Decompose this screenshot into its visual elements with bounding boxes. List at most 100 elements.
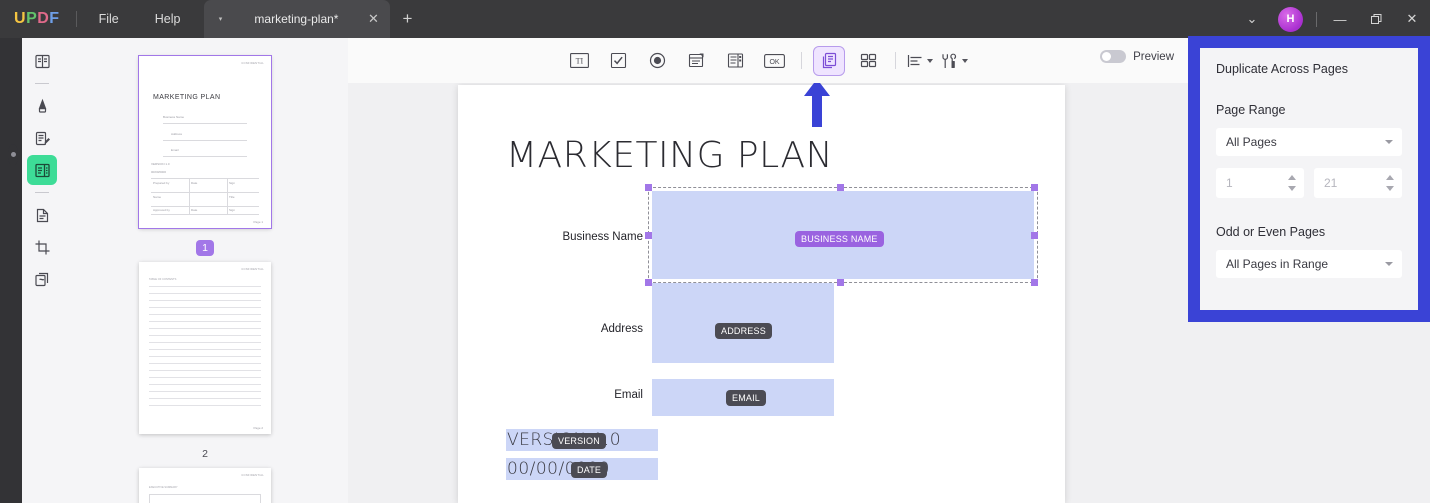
- sidebar-item-edit-pdf[interactable]: [27, 123, 57, 153]
- resize-handle-tl[interactable]: [644, 183, 652, 191]
- thumbnail-item-1[interactable]: CONFIDENTIAL MARKETING PLAN Business Nam…: [62, 55, 348, 256]
- preview-label: Preview: [1133, 50, 1174, 63]
- tab-dropdown-caret-icon[interactable]: ▾: [212, 15, 228, 23]
- close-icon[interactable]: ✕: [1394, 0, 1430, 38]
- preview-toggle-switch[interactable]: [1100, 50, 1127, 63]
- sidebar-item-ocr[interactable]: [27, 200, 57, 230]
- thumb-confidential-label-2: CONFIDENTIAL: [241, 268, 264, 271]
- form-tools-dropdown[interactable]: [940, 53, 968, 69]
- thumbnail-label-2: 2: [202, 448, 208, 460]
- blue-up-arrow-annotation: [803, 83, 831, 132]
- menu-help[interactable]: Help: [137, 0, 199, 38]
- panel-inner: Duplicate Across Pages Page Range All Pa…: [1200, 48, 1418, 310]
- document-canvas[interactable]: MARKETING PLAN Business Name BUSINESS NA…: [348, 83, 1188, 503]
- list-box-field-icon[interactable]: [720, 47, 750, 75]
- panel-title: Duplicate Across Pages: [1216, 62, 1349, 76]
- tool-rail: [22, 38, 62, 503]
- odd-even-caret-icon[interactable]: [1385, 262, 1393, 266]
- align-caret-icon[interactable]: [927, 58, 933, 63]
- resize-handle-ml[interactable]: [644, 231, 652, 239]
- thumbnail-item-3[interactable]: CONFIDENTIAL EXECUTIVE SUMMARY 3: [62, 468, 348, 503]
- page-range-select[interactable]: All Pages: [1216, 128, 1402, 156]
- sidebar-item-crop[interactable]: [27, 232, 57, 262]
- tool-divider-1: [35, 83, 49, 84]
- page-range-caret-icon[interactable]: [1385, 140, 1393, 144]
- page-range-spinners: 1 21: [1216, 168, 1402, 198]
- right-canvas-gutter: [1188, 322, 1430, 503]
- sidebar-item-organize-pages[interactable]: [27, 264, 57, 294]
- checkbox-field-icon[interactable]: [603, 47, 633, 75]
- odd-even-value: All Pages in Range: [1226, 257, 1329, 271]
- logo-letter-u: U: [14, 10, 27, 27]
- align-fields-dropdown[interactable]: [907, 54, 933, 68]
- duplicate-across-pages-panel[interactable]: Duplicate Across Pages Page Range All Pa…: [1188, 36, 1430, 322]
- field-tag-email: EMAIL: [726, 390, 767, 406]
- page-thumbnail-panel[interactable]: CONFIDENTIAL MARKETING PLAN Business Nam…: [62, 38, 348, 503]
- duplicate-across-pages-icon[interactable]: [813, 45, 845, 76]
- preview-toggle-group[interactable]: Preview: [1100, 50, 1174, 63]
- thumbnail-page-2[interactable]: CONFIDENTIAL TABLE OF CONTENTS Page 2: [139, 262, 271, 434]
- tab-close-icon[interactable]: ✕: [364, 11, 382, 27]
- dropdown-field-icon[interactable]: [681, 47, 711, 75]
- radio-button-field-icon[interactable]: [642, 47, 672, 75]
- range-to-up-icon[interactable]: [1386, 175, 1394, 180]
- page-range-value: All Pages: [1226, 135, 1277, 149]
- field-label-business-name: Business Name: [562, 231, 643, 243]
- field-tag-version: VERSION: [552, 433, 606, 449]
- field-tag-business-name: BUSINESS NAME: [795, 231, 884, 247]
- window-controls: ⌄ H — ✕: [1234, 0, 1430, 38]
- odd-even-select[interactable]: All Pages in Range: [1216, 250, 1402, 278]
- logo-letter-f: F: [49, 10, 60, 27]
- thumbnail-label-1: 1: [196, 240, 214, 256]
- document-tab[interactable]: ▾ marketing-plan* ✕: [204, 0, 391, 38]
- thumbnail-item-2[interactable]: CONFIDENTIAL TABLE OF CONTENTS Page 2 2: [62, 262, 348, 462]
- range-to-value: 21: [1324, 176, 1338, 190]
- resize-handle-bl[interactable]: [644, 278, 652, 286]
- svg-text:OK: OK: [769, 58, 779, 65]
- updf-logo: UPDF: [0, 0, 72, 38]
- field-grid-icon[interactable]: [853, 47, 883, 75]
- controls-divider: [1316, 11, 1317, 27]
- range-to-input[interactable]: 21: [1314, 168, 1402, 198]
- resize-handle-mr[interactable]: [1030, 231, 1038, 239]
- sidebar-item-comment[interactable]: [27, 91, 57, 121]
- resize-handle-tr[interactable]: [1030, 183, 1038, 191]
- thumbnail-page-3[interactable]: CONFIDENTIAL EXECUTIVE SUMMARY: [139, 468, 271, 503]
- tab-title: marketing-plan*: [254, 12, 339, 26]
- menu-file[interactable]: File: [81, 0, 137, 38]
- range-from-up-icon[interactable]: [1288, 175, 1296, 180]
- title-bar: UPDF File Help ▾ marketing-plan* ✕ + ⌄ H…: [0, 0, 1430, 38]
- pdf-page[interactable]: MARKETING PLAN Business Name BUSINESS NA…: [458, 85, 1065, 503]
- chevron-down-icon[interactable]: ⌄: [1234, 0, 1270, 38]
- range-to-down-icon[interactable]: [1386, 186, 1394, 191]
- thumb-confidential-label-3: CONFIDENTIAL: [241, 474, 264, 477]
- title-divider: [75, 11, 77, 27]
- maximize-icon[interactable]: [1358, 0, 1394, 38]
- push-button-field-icon[interactable]: OK: [759, 47, 789, 75]
- text-field-icon[interactable]: TI: [564, 47, 594, 75]
- sidebar-item-reader[interactable]: [27, 46, 57, 76]
- new-tab-button[interactable]: +: [390, 0, 424, 38]
- thumbnail-page-1[interactable]: CONFIDENTIAL MARKETING PLAN Business Nam…: [138, 55, 272, 229]
- sidebar-collapse-handle[interactable]: [8, 144, 18, 166]
- minimize-icon[interactable]: —: [1322, 0, 1358, 38]
- thumb-doc-title: MARKETING PLAN: [153, 94, 221, 101]
- field-tag-address: ADDRESS: [715, 323, 772, 339]
- resize-handle-tc[interactable]: [836, 183, 844, 191]
- field-label-email: Email: [614, 389, 643, 401]
- svg-text:TI: TI: [575, 57, 583, 66]
- updf-application-window: UPDF File Help ▾ marketing-plan* ✕ + ⌄ H…: [0, 0, 1430, 503]
- sidebar-item-prepare-form[interactable]: [27, 155, 57, 185]
- logo-letter-p: P: [26, 10, 38, 27]
- field-tag-date: DATE: [571, 462, 608, 478]
- tools-caret-icon[interactable]: [962, 58, 968, 63]
- document-title: MARKETING PLAN: [506, 135, 834, 176]
- resize-handle-bc[interactable]: [836, 278, 844, 286]
- resize-handle-br[interactable]: [1030, 278, 1038, 286]
- tool-divider-2: [35, 192, 49, 193]
- avatar[interactable]: H: [1278, 6, 1303, 32]
- field-label-address: Address: [600, 323, 643, 335]
- range-from-input[interactable]: 1: [1216, 168, 1304, 198]
- toolbar-divider-1: [801, 52, 802, 69]
- range-from-down-icon[interactable]: [1288, 186, 1296, 191]
